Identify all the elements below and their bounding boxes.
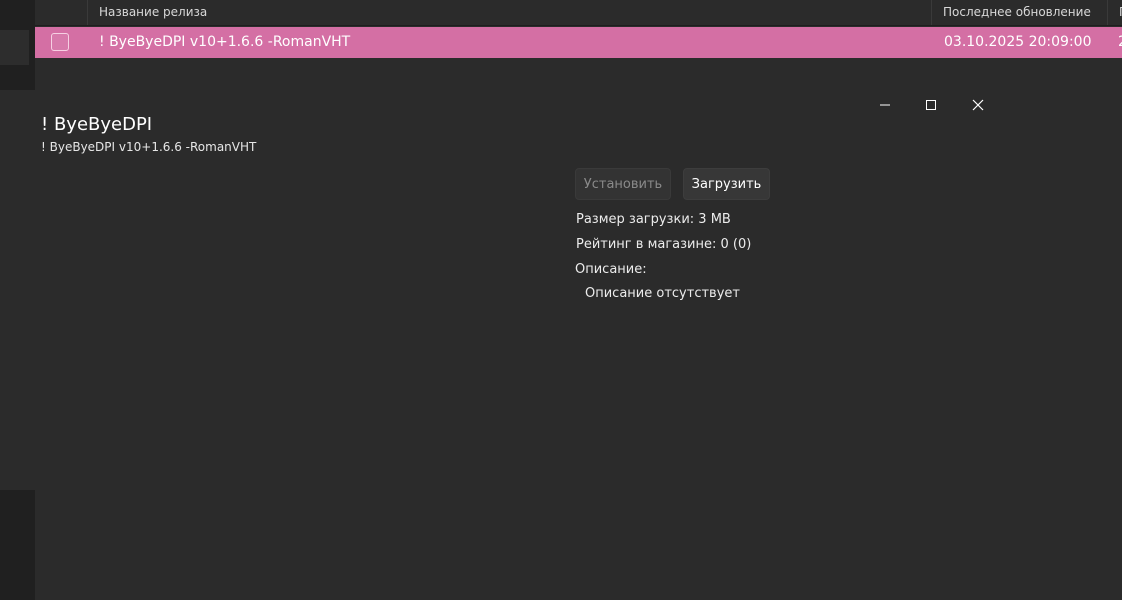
description-text: Описание отсутствует xyxy=(585,286,740,301)
table-row[interactable]: ! ByeByeDPI v10+1.6.6 -RomanVHT 03.10.20… xyxy=(35,27,1122,58)
maximize-icon xyxy=(926,100,936,110)
header-extra-column[interactable]: П xyxy=(1107,0,1122,25)
store-rating-text: Рейтинг в магазине: 0 (0) xyxy=(576,237,752,252)
header-checkbox-column[interactable] xyxy=(35,0,87,25)
dialog-title: ! ByeByeDPI xyxy=(41,114,153,135)
dialog-subtitle: ! ByeByeDPI v10+1.6.6 -RomanVHT xyxy=(41,140,257,154)
minimize-icon xyxy=(880,104,890,106)
description-label: Описание: xyxy=(575,262,647,277)
row-checkbox[interactable] xyxy=(51,33,69,51)
header-release-name[interactable]: Название релиза xyxy=(87,0,931,25)
row-last-updated: 03.10.2025 20:09:00 xyxy=(944,34,1092,50)
release-details-dialog: ! ByeByeDPI ! ByeByeDPI v10+1.6.6 -Roman… xyxy=(0,90,1000,490)
row-extra-value: 2 xyxy=(1118,27,1122,58)
header-last-updated[interactable]: Последнее обновление xyxy=(931,0,1107,25)
download-size-text: Размер загрузки: 3 MB xyxy=(576,212,731,227)
download-button[interactable]: Загрузить xyxy=(683,168,770,200)
nav-active-indicator[interactable] xyxy=(0,30,29,65)
close-icon xyxy=(972,99,984,111)
install-button[interactable]: Установить xyxy=(575,168,671,200)
minimize-button[interactable] xyxy=(865,90,905,120)
row-release-name: ! ByeByeDPI v10+1.6.6 -RomanVHT xyxy=(99,34,351,50)
releases-table-header: Название релиза Последнее обновление П xyxy=(35,0,1122,26)
maximize-button[interactable] xyxy=(911,90,951,120)
close-button[interactable] xyxy=(958,90,998,120)
